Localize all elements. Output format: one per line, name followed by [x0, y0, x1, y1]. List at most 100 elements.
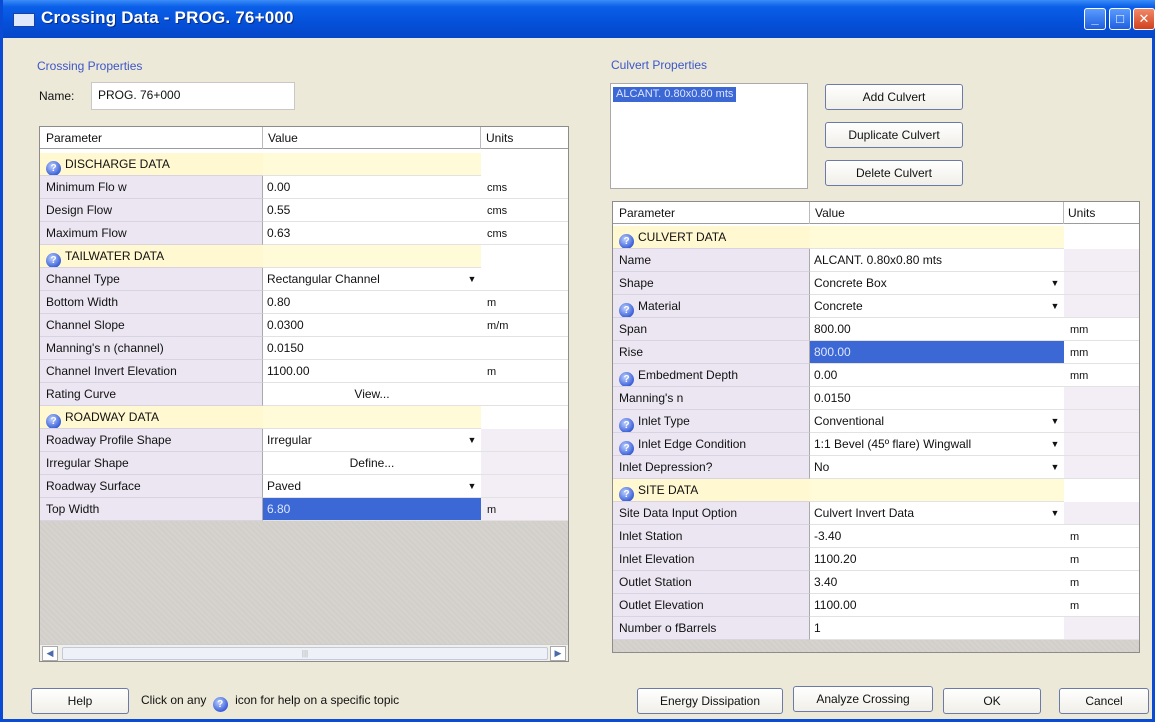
table-row: Shape Concrete Box ▼	[613, 272, 1139, 295]
chevron-down-icon[interactable]: ▼	[1048, 459, 1062, 475]
chevron-down-icon[interactable]: ▼	[465, 432, 479, 448]
inlet-type-select[interactable]: Conventional ▼	[810, 410, 1064, 433]
param-label: Span	[613, 318, 810, 341]
channel-type-select[interactable]: Rectangular Channel ▼	[263, 268, 481, 291]
rise-value[interactable]: 800.00	[810, 341, 1064, 364]
embedment-param: ? Embedment Depth	[613, 364, 810, 387]
units-header: Units	[486, 131, 514, 145]
scrollbar-thumb[interactable]: |||	[62, 647, 548, 660]
top-width-value[interactable]: 6.80	[263, 498, 481, 521]
param-label: Inlet Station	[613, 525, 810, 548]
max-flow-value[interactable]: 0.63	[263, 222, 481, 245]
culvert-properties-label: Culvert Properties	[611, 58, 708, 72]
close-button[interactable]: ✕	[1133, 8, 1155, 30]
duplicate-culvert-button[interactable]: Duplicate Culvert	[825, 122, 963, 148]
units-label: cms	[481, 199, 568, 222]
help-icon[interactable]: ?	[619, 372, 634, 386]
param-label: Site Data Input Option	[613, 502, 810, 525]
units-label: m	[1064, 571, 1139, 594]
site-input-select[interactable]: Culvert Invert Data ▼	[810, 502, 1064, 525]
param-label: Irregular Shape	[40, 452, 263, 475]
table-row: Channel Invert Elevation 1100.00 m	[40, 360, 568, 383]
help-icon[interactable]: ?	[46, 161, 61, 175]
crossing-parameters-grid: Parameter Value Units ? DISCHARGE DATA Mi…	[39, 126, 569, 662]
inlet-station-value[interactable]: -3.40	[810, 525, 1064, 548]
site-section-header: ? SITE DATA	[613, 479, 1139, 502]
culvert-list[interactable]: ALCANT. 0.80x0.80 mts	[610, 83, 808, 189]
chevron-down-icon[interactable]: ▼	[1048, 436, 1062, 452]
design-flow-value[interactable]: 0.55	[263, 199, 481, 222]
roadway-surface-select[interactable]: Paved ▼	[263, 475, 481, 498]
analyze-crossing-button[interactable]: Analyze Crossing	[793, 686, 933, 712]
help-icon[interactable]: ?	[619, 234, 634, 248]
grid-header: Parameter Value Units	[40, 127, 568, 149]
name-input[interactable]: PROG. 76+000	[91, 82, 295, 110]
min-flow-value[interactable]: 0.00	[263, 176, 481, 199]
table-row: Minimum Flo w 0.00 cms	[40, 176, 568, 199]
help-icon[interactable]: ?	[619, 303, 634, 317]
chevron-down-icon[interactable]: ▼	[1048, 298, 1062, 314]
chevron-down-icon[interactable]: ▼	[1048, 505, 1062, 521]
units-label	[481, 337, 568, 360]
cancel-button[interactable]: Cancel	[1059, 688, 1149, 714]
help-icon[interactable]: ?	[619, 441, 634, 455]
units-label: m	[1064, 525, 1139, 548]
outlet-station-value[interactable]: 3.40	[810, 571, 1064, 594]
barrels-value[interactable]: 1	[810, 617, 1064, 640]
ok-button[interactable]: OK	[943, 688, 1041, 714]
chevron-down-icon[interactable]: ▼	[465, 271, 479, 287]
units-label	[481, 268, 568, 291]
material-param: ? Material	[613, 295, 810, 318]
embedment-value[interactable]: 0.00	[810, 364, 1064, 387]
arrow-right-icon[interactable]: ▶	[550, 646, 566, 661]
channel-invert-value[interactable]: 1100.00	[263, 360, 481, 383]
discharge-section-header: ? DISCHARGE DATA	[40, 153, 568, 176]
arrow-left-icon[interactable]: ◀	[42, 646, 58, 661]
title-bar[interactable]: Crossing Data - PROG. 76+000 _ □ ✕	[3, 0, 1155, 38]
channel-slope-value[interactable]: 0.0300	[263, 314, 481, 337]
units-label: m	[481, 498, 568, 521]
inlet-elevation-value[interactable]: 1100.20	[810, 548, 1064, 571]
table-row: Span 800.00 mm	[613, 318, 1139, 341]
param-label: Name	[613, 249, 810, 272]
units-label: m	[1064, 548, 1139, 571]
list-item[interactable]: ALCANT. 0.80x0.80 mts	[613, 87, 737, 102]
culvert-name-value[interactable]: ALCANT. 0.80x0.80 mts	[810, 249, 1064, 272]
hint-text-after: icon for help on a specific topic	[235, 693, 400, 707]
inlet-type-param: ? Inlet Type	[613, 410, 810, 433]
horizontal-scrollbar[interactable]: ◀ ||| ▶	[40, 644, 568, 661]
roadway-profile-select[interactable]: Irregular ▼	[263, 429, 481, 452]
inlet-edge-select[interactable]: 1:1 Bevel (45º flare) Wingwall ▼	[810, 433, 1064, 456]
table-row: ? Inlet Edge Condition 1:1 Bevel (45º fla…	[613, 433, 1139, 456]
units-label: m	[1064, 594, 1139, 617]
help-icon[interactable]: ?	[619, 418, 634, 432]
roadway-profile-value: Irregular	[267, 433, 312, 447]
chevron-down-icon[interactable]: ▼	[465, 478, 479, 494]
energy-dissipation-button[interactable]: Energy Dissipation	[637, 688, 783, 714]
span-value[interactable]: 800.00	[810, 318, 1064, 341]
bottom-width-value[interactable]: 0.80	[263, 291, 481, 314]
help-icon[interactable]: ?	[46, 414, 61, 428]
delete-culvert-button[interactable]: Delete Culvert	[825, 160, 963, 186]
site-input-value: Culvert Invert Data	[814, 506, 915, 520]
rating-curve-view-button[interactable]: View...	[263, 383, 481, 406]
outlet-elevation-value[interactable]: 1100.00	[810, 594, 1064, 617]
param-label: Channel Slope	[40, 314, 263, 337]
maximize-button[interactable]: □	[1109, 8, 1131, 30]
mannings-channel-value[interactable]: 0.0150	[263, 337, 481, 360]
inlet-depression-select[interactable]: No ▼	[810, 456, 1064, 479]
mannings-value[interactable]: 0.0150	[810, 387, 1064, 410]
help-icon[interactable]: ?	[46, 253, 61, 267]
help-icon[interactable]: ?	[619, 487, 634, 501]
table-row: Bottom Width 0.80 m	[40, 291, 568, 314]
help-button[interactable]: Help	[31, 688, 129, 714]
add-culvert-button[interactable]: Add Culvert	[825, 84, 963, 110]
shape-select[interactable]: Concrete Box ▼	[810, 272, 1064, 295]
chevron-down-icon[interactable]: ▼	[1048, 275, 1062, 291]
table-row: Irregular Shape Define...	[40, 452, 568, 475]
table-row: Maximum Flow 0.63 cms	[40, 222, 568, 245]
chevron-down-icon[interactable]: ▼	[1048, 413, 1062, 429]
material-select[interactable]: Concrete ▼	[810, 295, 1064, 318]
minimize-button[interactable]: _	[1084, 8, 1106, 30]
irregular-shape-define-button[interactable]: Define...	[263, 452, 481, 475]
